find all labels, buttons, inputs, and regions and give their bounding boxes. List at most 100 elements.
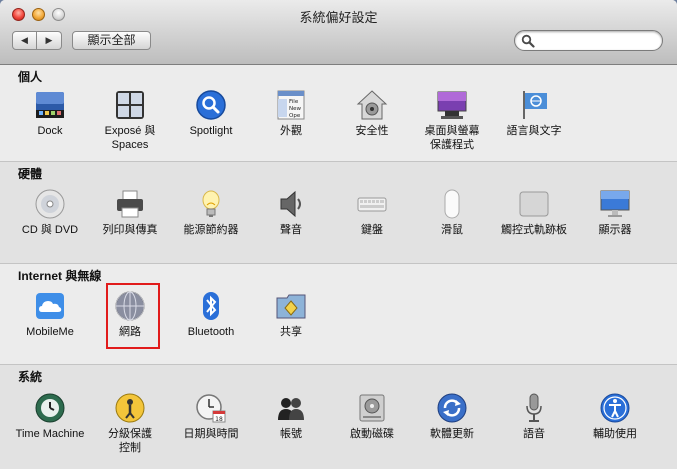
pref-label: MobileMe xyxy=(26,326,74,338)
spotlight-icon xyxy=(196,90,226,120)
display-icon xyxy=(600,190,630,217)
pref-print-fax[interactable]: 列印與傳真 xyxy=(92,188,168,237)
pref-bluetooth[interactable]: Bluetooth xyxy=(173,290,249,339)
pref-appearance[interactable]: File New Ope 外觀 xyxy=(253,89,329,138)
pref-label: 日期與時間 xyxy=(183,428,239,440)
pref-mouse[interactable]: 滑鼠 xyxy=(414,188,490,237)
pref-label-line2: 控制 xyxy=(119,442,141,454)
section-title: Internet 與無線 xyxy=(18,269,102,283)
forward-button[interactable]: ▶ xyxy=(37,31,62,50)
pref-label: 列印與傳真 xyxy=(102,224,158,236)
pref-speech[interactable]: 語音 xyxy=(496,392,572,441)
language-flag-icon xyxy=(523,91,547,119)
pref-label: 外觀 xyxy=(280,125,302,137)
pref-label: 滑鼠 xyxy=(441,224,463,236)
pref-label: 安全性 xyxy=(355,125,389,137)
pref-software-update[interactable]: 軟體更新 xyxy=(414,392,490,441)
speaker-icon xyxy=(280,190,301,218)
pref-label: Exposé 與 xyxy=(104,125,156,137)
pref-label: Dock xyxy=(37,125,63,137)
section-title: 硬體 xyxy=(18,167,43,181)
time-machine-icon xyxy=(35,393,65,423)
pref-accounts[interactable]: 帳號 xyxy=(253,392,329,441)
mouse-icon xyxy=(444,189,460,219)
pref-cd-dvd[interactable]: CD 與 DVD xyxy=(12,188,88,237)
pref-label-line2: 保護程式 xyxy=(430,139,474,151)
startup-disk-icon xyxy=(359,394,385,422)
appearance-new-text: New xyxy=(289,106,301,112)
pref-keyboard[interactable]: 鍵盤 xyxy=(334,188,410,237)
title-bar: 系統偏好設定 ◀ ▶ 顯示全部 xyxy=(0,0,677,65)
mobileme-cloud-icon xyxy=(36,293,64,319)
section-internet-wireless: Internet 與無線 MobileMe 網路 Bluetooth 共享 xyxy=(0,263,677,364)
pref-label: 能源節約器 xyxy=(183,224,239,236)
date-time-clock-icon: 18 xyxy=(196,394,226,423)
calendar-day-text: 18 xyxy=(215,416,223,423)
pref-language-text[interactable]: 語言與文字 xyxy=(496,89,572,138)
pref-label: 觸控式軌跡板 xyxy=(501,224,567,236)
pref-label: 共享 xyxy=(280,326,302,338)
keyboard-icon xyxy=(357,197,387,212)
pref-label: 輔助使用 xyxy=(593,428,637,440)
pref-dock[interactable]: Dock xyxy=(12,89,88,138)
pref-security[interactable]: 安全性 xyxy=(334,89,410,138)
printer-icon xyxy=(117,190,143,218)
pref-label: Bluetooth xyxy=(187,326,235,338)
pref-displays[interactable]: 顯示器 xyxy=(577,188,653,237)
pref-label: 網路 xyxy=(119,326,141,338)
pref-label: Spotlight xyxy=(189,125,233,137)
pref-spotlight[interactable]: Spotlight xyxy=(173,89,249,138)
pref-time-machine[interactable]: Time Machine xyxy=(12,392,88,441)
appearance-file-text: File xyxy=(289,99,299,105)
pref-mobileme[interactable]: MobileMe xyxy=(12,290,88,339)
search-field[interactable] xyxy=(514,30,663,51)
section-title: 個人 xyxy=(18,70,43,84)
section-personal: 個人 Dock Exposé 與 Spaces Spotlight File N… xyxy=(0,65,677,161)
pref-sound[interactable]: 聲音 xyxy=(253,188,329,237)
appearance-icon: File New Ope xyxy=(277,90,305,120)
network-globe-icon xyxy=(115,291,145,321)
light-bulb-icon xyxy=(202,190,220,217)
pref-label: 分級保護 xyxy=(108,428,152,440)
pref-parental-controls[interactable]: 分級保護 控制 xyxy=(92,392,168,455)
pref-label: 桌面與螢幕 xyxy=(424,125,480,137)
section-title: 系統 xyxy=(18,370,43,384)
cd-dvd-icon xyxy=(35,189,65,219)
pref-desktop-screensaver[interactable]: 桌面與螢幕 保護程式 xyxy=(414,89,490,152)
pref-label: Time Machine xyxy=(15,428,85,440)
window-title: 系統偏好設定 xyxy=(299,10,378,25)
expose-icon xyxy=(116,91,144,119)
pref-label: 軟體更新 xyxy=(430,428,474,440)
pref-date-time[interactable]: 18 日期與時間 xyxy=(173,392,249,441)
pref-sharing[interactable]: 共享 xyxy=(253,290,329,339)
pref-label: CD 與 DVD xyxy=(21,224,79,236)
pref-label: 顯示器 xyxy=(598,224,632,236)
software-update-icon xyxy=(437,393,467,423)
pref-trackpad[interactable]: 觸控式軌跡板 xyxy=(496,188,572,237)
universal-access-icon xyxy=(600,393,630,423)
pref-label: 鍵盤 xyxy=(361,224,383,236)
pref-expose-spaces[interactable]: Exposé 與 Spaces xyxy=(92,89,168,152)
pref-label-line2: Spaces xyxy=(111,139,149,151)
pref-startup-disk[interactable]: 啟動磁碟 xyxy=(334,392,410,441)
back-button[interactable]: ◀ xyxy=(12,31,37,50)
search-icon xyxy=(521,34,535,48)
trackpad-icon xyxy=(519,191,549,217)
show-all-button[interactable]: 顯示全部 xyxy=(72,31,151,50)
pref-energy-saver[interactable]: 能源節約器 xyxy=(173,188,249,237)
microphone-icon xyxy=(526,393,542,422)
appearance-open-text: Ope xyxy=(289,113,301,119)
bluetooth-icon xyxy=(203,292,219,320)
sharing-folder-icon xyxy=(276,294,306,319)
search-input[interactable] xyxy=(537,33,657,48)
pref-network[interactable]: 網路 xyxy=(92,290,168,339)
pref-label: 聲音 xyxy=(280,224,302,236)
pref-label: 語音 xyxy=(523,428,545,440)
section-system: 系統 Time Machine 分級保護 控制 18 日期與時間 帳號 啟動磁碟… xyxy=(0,364,677,469)
parental-controls-icon xyxy=(115,393,145,423)
pref-universal-access[interactable]: 輔助使用 xyxy=(577,392,653,441)
dock-icon xyxy=(36,92,64,118)
system-preferences-window: 系統偏好設定 ◀ ▶ 顯示全部 個人 Dock Exposé 與 Spaces … xyxy=(0,0,677,469)
pref-label: 帳號 xyxy=(280,428,302,440)
section-hardware: 硬體 CD 與 DVD 列印與傳真 能源節約器 聲音 鍵盤 滑鼠 觸控式軌跡板 … xyxy=(0,161,677,263)
